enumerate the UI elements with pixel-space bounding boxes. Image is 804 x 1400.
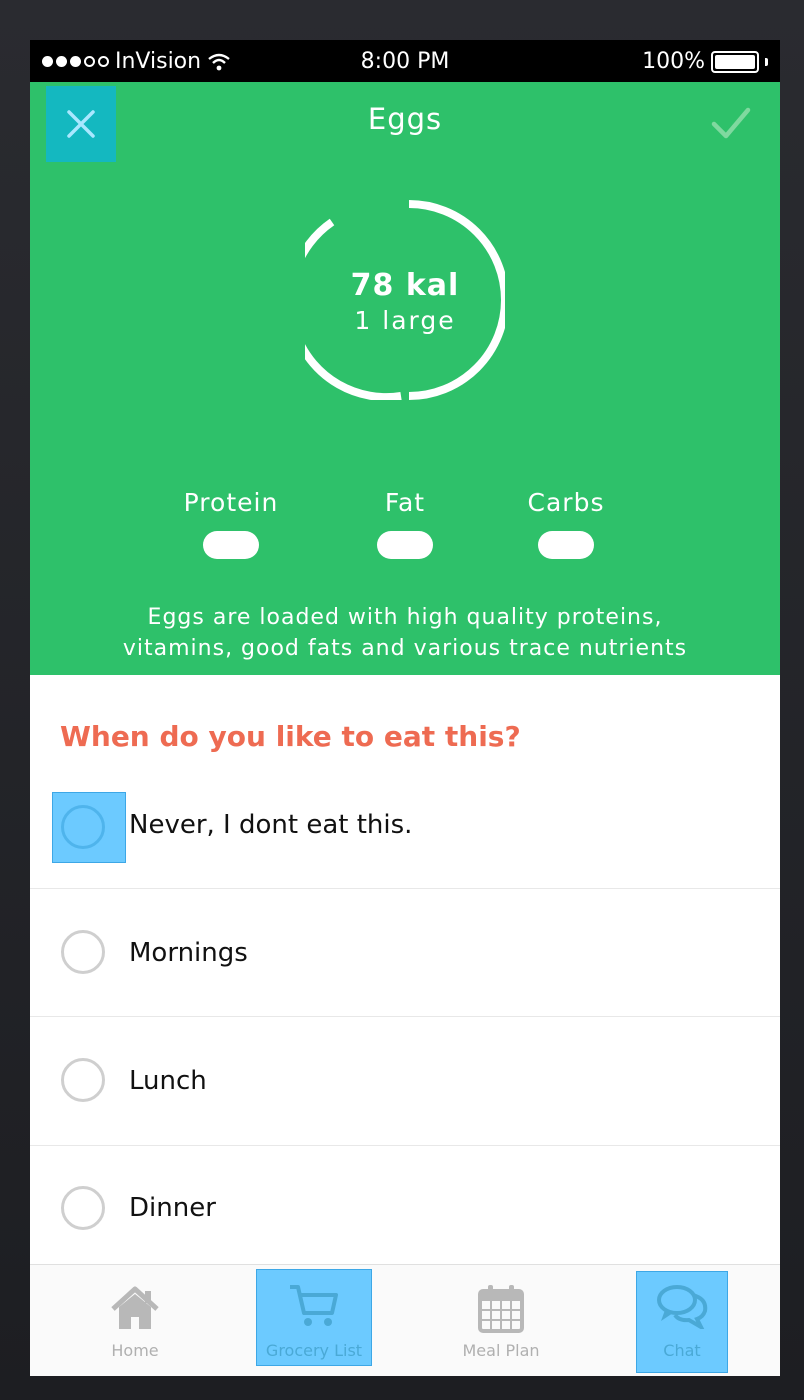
description-line: vitamins, good fats and various trace nu… <box>122 636 688 661</box>
tab-meal-plan[interactable]: Meal Plan <box>446 1265 556 1376</box>
calorie-value: 78 kal <box>350 268 460 303</box>
macro-pill <box>538 531 594 559</box>
food-description: Eggs are loaded with high quality protei… <box>30 602 780 664</box>
cart-icon <box>290 1285 338 1326</box>
tab-label: Grocery List <box>265 1341 363 1360</box>
tab-grocery-list[interactable]: Grocery List <box>256 1265 372 1376</box>
option-label: Mornings <box>129 938 248 968</box>
tab-bar: Home Grocery List Meal Plan Chat <box>30 1264 780 1376</box>
status-bar: InVision 8:00 PM 100% <box>30 40 780 82</box>
macro-label: Protein <box>183 488 279 517</box>
option-never[interactable]: Never, I dont eat this. <box>30 760 780 889</box>
tab-label: Home <box>111 1341 159 1360</box>
option-mornings[interactable]: Mornings <box>30 888 780 1017</box>
battery-tip <box>765 57 768 66</box>
tab-chat[interactable]: Chat <box>636 1265 728 1376</box>
radio-icon[interactable] <box>61 1186 105 1230</box>
device-frame: InVision 8:00 PM 100% Eggs 78 kal 1 larg… <box>0 0 804 1400</box>
option-dinner[interactable]: Dinner <box>30 1146 780 1274</box>
macro-pill <box>377 531 433 559</box>
calendar-icon <box>478 1285 524 1333</box>
macro-label: Carbs <box>527 488 605 517</box>
food-header: Eggs 78 kal 1 large Protein Fat Carbs Eg… <box>30 82 780 675</box>
battery-icon <box>711 50 759 73</box>
radio-icon[interactable] <box>61 1058 105 1102</box>
screen: InVision 8:00 PM 100% Eggs 78 kal 1 larg… <box>30 40 780 1376</box>
radio-icon[interactable] <box>61 930 105 974</box>
radio-icon[interactable] <box>61 805 105 849</box>
calorie-summary: 78 kal 1 large <box>305 200 505 400</box>
tab-label: Meal Plan <box>462 1341 540 1360</box>
checkmark-icon <box>711 107 751 139</box>
confirm-button[interactable] <box>706 98 756 148</box>
home-icon <box>111 1286 159 1329</box>
option-label: Never, I dont eat this. <box>129 810 413 840</box>
macro-pill <box>203 531 259 559</box>
macro-carbs: Carbs <box>481 488 651 559</box>
macro-fat: Fat <box>320 488 490 559</box>
portion-size: 1 large <box>354 306 456 335</box>
macro-label: Fat <box>384 488 426 517</box>
option-lunch[interactable]: Lunch <box>30 1017 780 1146</box>
description-line: Eggs are loaded with high quality protei… <box>147 605 663 630</box>
chat-icon <box>657 1285 708 1329</box>
macro-protein: Protein <box>146 488 316 559</box>
option-label: Lunch <box>129 1066 207 1096</box>
tab-home[interactable]: Home <box>90 1265 180 1376</box>
page-title: Eggs <box>367 102 443 136</box>
status-right: 100% <box>642 49 768 74</box>
question-heading: When do you like to eat this? <box>60 720 521 753</box>
battery-percent: 100% <box>642 49 705 74</box>
tab-label: Chat <box>663 1341 701 1360</box>
option-label: Dinner <box>129 1193 216 1223</box>
